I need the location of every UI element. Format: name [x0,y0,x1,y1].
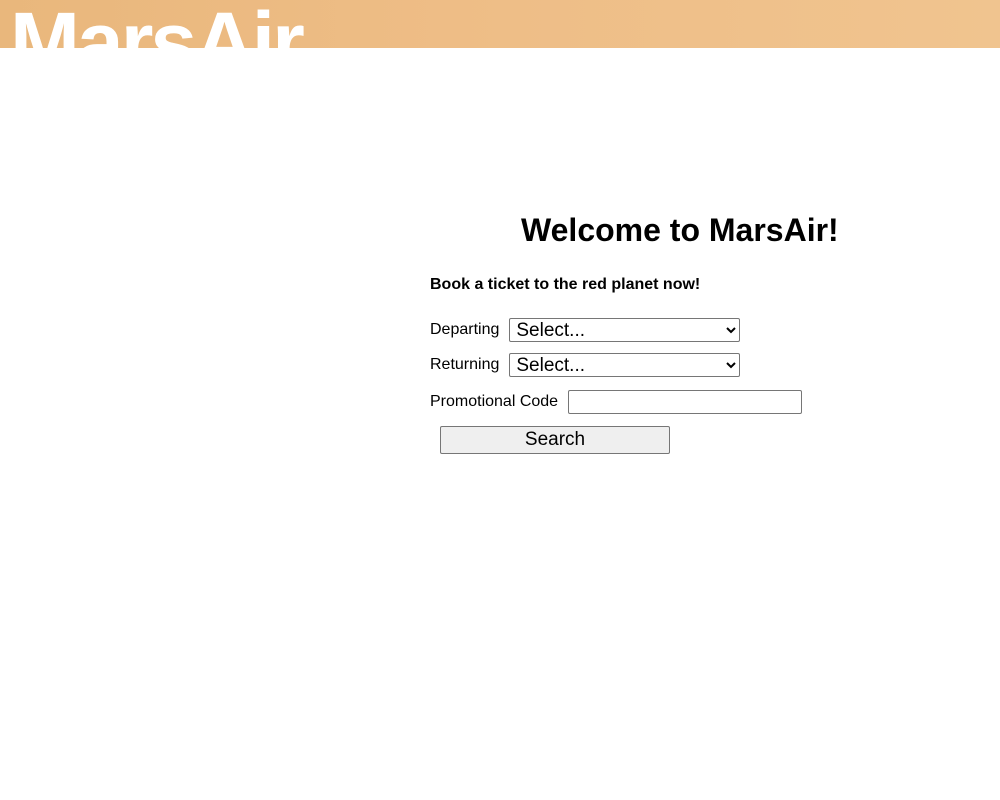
returning-select[interactable]: Select... [509,353,741,377]
page-title-wrap: Welcome to MarsAir! [521,208,839,252]
search-button[interactable]: Search [440,426,670,454]
returning-row: Returning Select... [430,352,741,378]
returning-label: Returning [430,356,500,373]
departing-select[interactable]: Select... [509,318,741,342]
page-subtitle: Book a ticket to the red planet now! [430,276,701,293]
promo-row: Promotional Code [430,388,803,416]
logo[interactable]: MarsAir [10,0,305,48]
promo-code-input[interactable] [568,390,803,414]
departing-row: Departing Select... [430,317,741,343]
promo-label: Promotional Code [430,393,559,410]
page-title: Welcome to MarsAir! [521,212,839,248]
site-header: MarsAir [0,0,1000,48]
departing-label: Departing [430,321,500,338]
